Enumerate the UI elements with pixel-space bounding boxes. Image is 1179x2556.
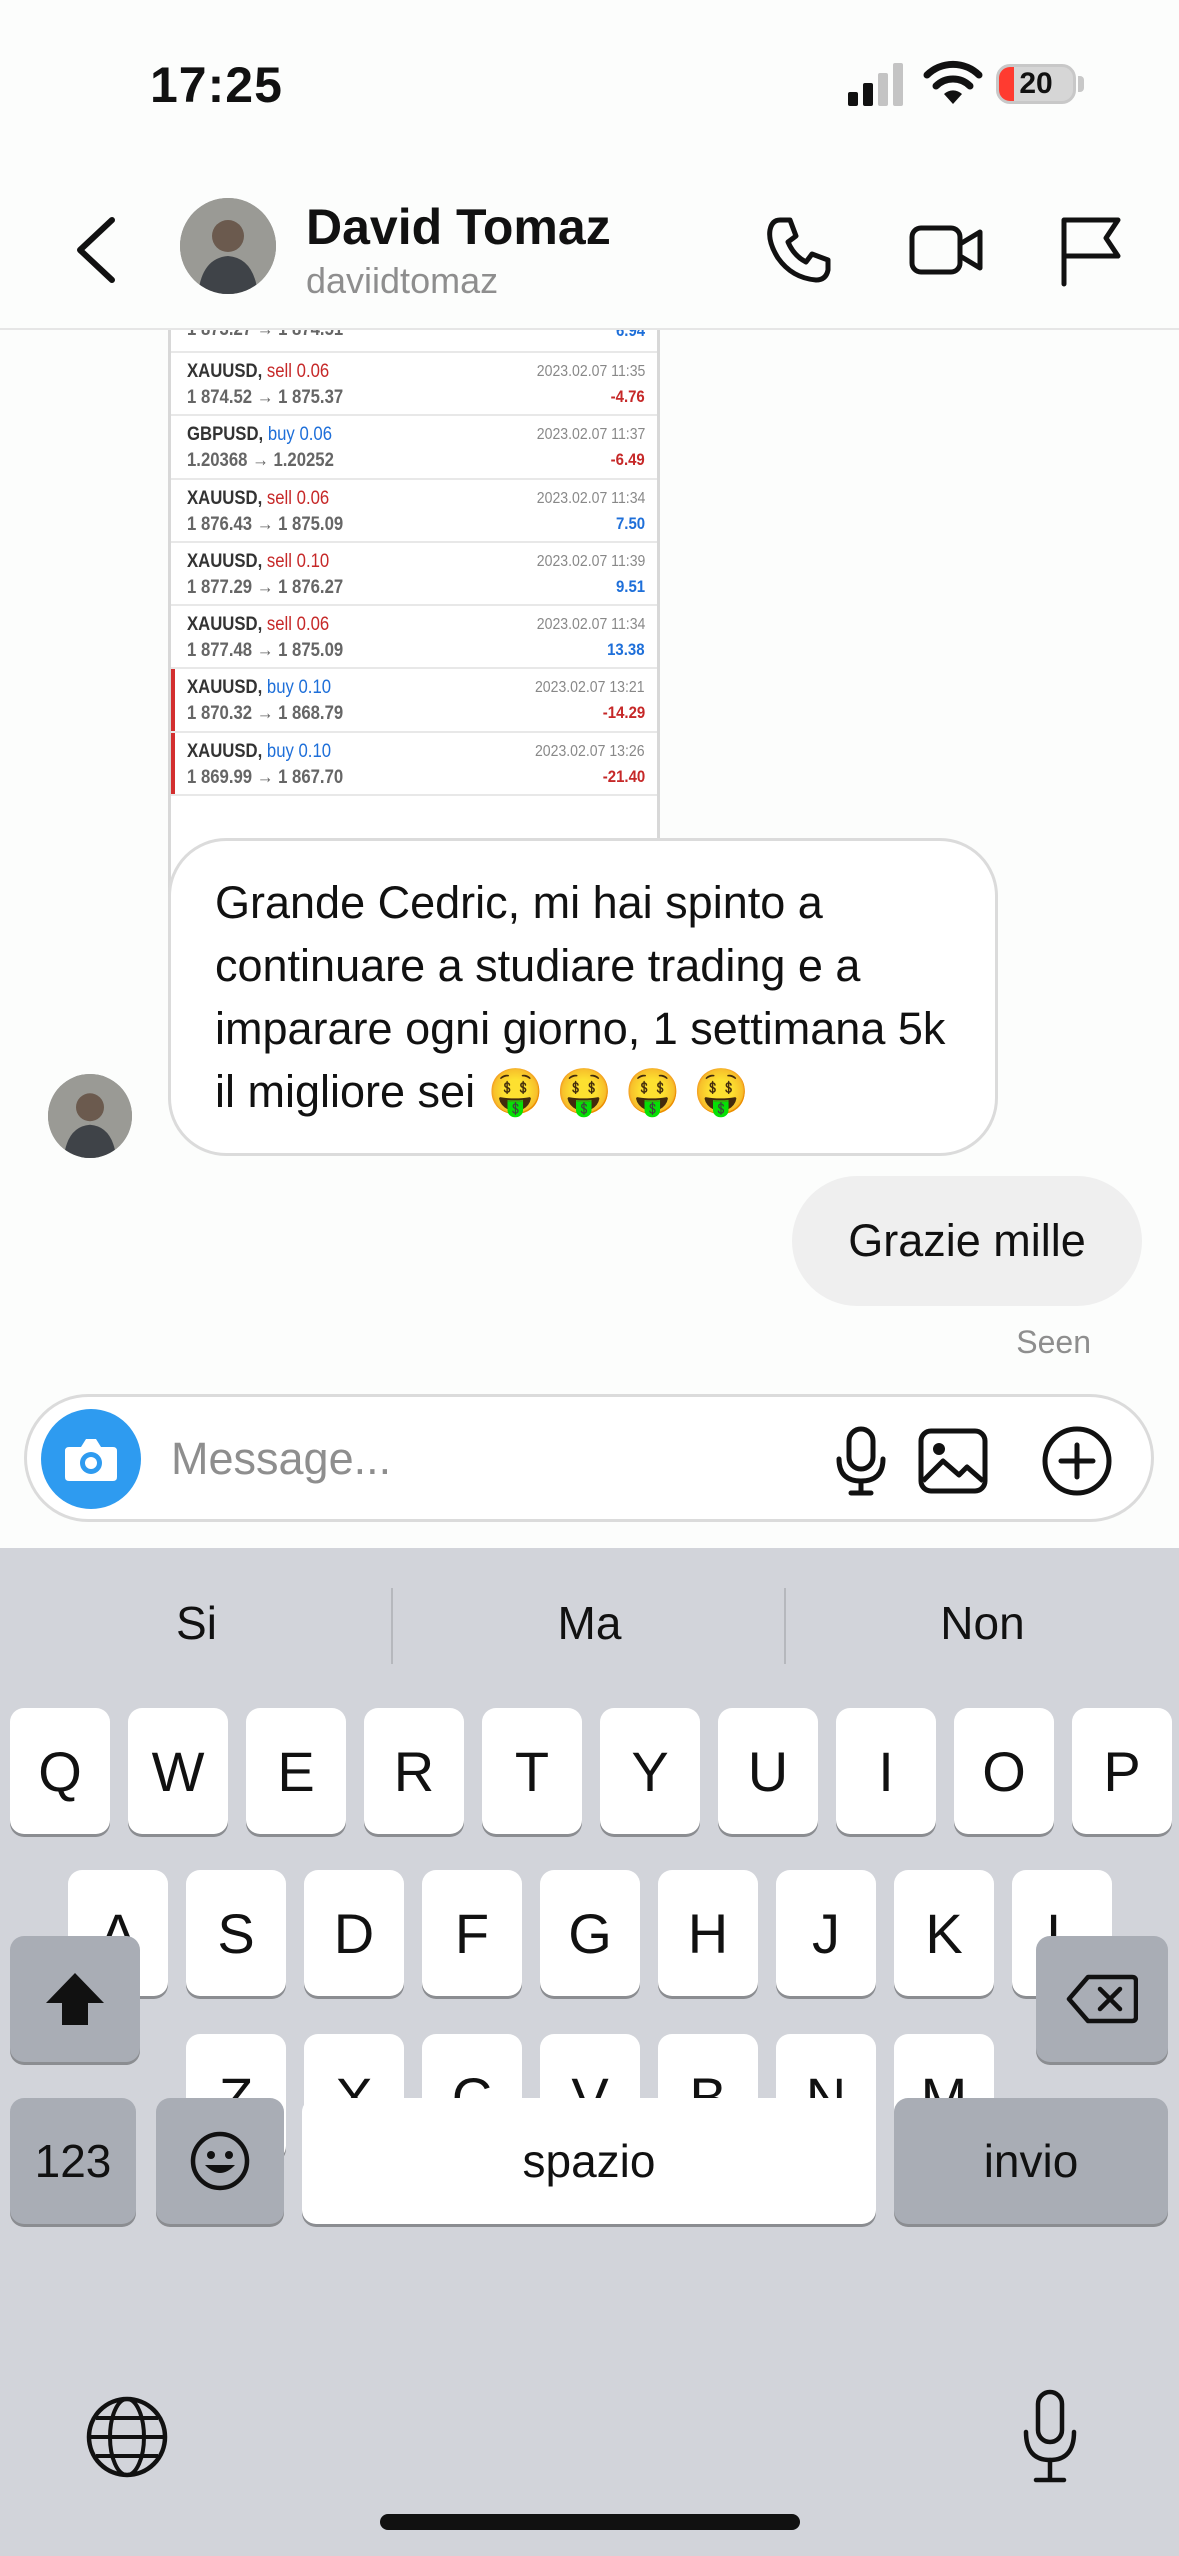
trade-symbol: GBPUSD, buy 0.06 [187,424,332,446]
key-u[interactable]: U [718,1708,818,1834]
trade-row: XAUUSD, sell 0.06 1 874.52 → 1 875.37 2023… [171,353,657,417]
microphone-icon[interactable] [823,1423,899,1499]
emoji-key[interactable] [156,2098,284,2224]
suggestion-1[interactable]: Si [0,1548,393,1698]
trade-date: 2023.02.07 13:26 [535,742,645,760]
trade-date: 2023.02.07 13:21 [535,679,645,697]
trade-profit: -14.29 [602,703,645,723]
camera-icon [65,1439,117,1481]
key-r[interactable]: R [364,1708,464,1834]
chat-messages[interactable]: 1 873.27 → 1 874.51 6.94 XAUUSD, sell 0.… [0,330,1179,1390]
trade-row: 1 873.27 → 1 874.51 6.94 [171,330,657,353]
trade-prices: 1 877.29 → 1 876.27 [187,576,344,598]
key-f[interactable]: F [422,1870,522,1996]
key-h[interactable]: H [658,1870,758,1996]
key-e[interactable]: E [246,1708,346,1834]
numbers-key[interactable]: 123 [10,2098,136,2224]
trade-prices: 1.20368 → 1.20252 [187,450,334,472]
trade-profit: -4.76 [610,387,645,406]
keyboard: Si Ma Non QWERTYUIOPASDFGHJKLZXCVBNM 123… [0,1548,1179,2556]
trade-date: 2023.02.07 11:34 [536,616,645,634]
flag-icon[interactable] [1050,210,1130,290]
return-key[interactable]: invio [894,2098,1168,2224]
message-input[interactable] [171,1417,791,1501]
sent-message[interactable]: Grazie mille [792,1176,1142,1306]
suggestion-2[interactable]: Ma [393,1548,786,1698]
trade-symbol: XAUUSD, sell 0.10 [187,550,330,572]
backspace-key[interactable] [1036,1936,1168,2062]
trade-prices: 1 876.43 → 1 875.09 [187,513,344,535]
trade-symbol: XAUUSD, sell 0.06 [187,487,330,509]
trade-symbol: XAUUSD, sell 0.06 [187,614,330,636]
battery-indicator: 20 [996,64,1076,104]
key-q[interactable]: Q [10,1708,110,1834]
key-y[interactable]: Y [600,1708,700,1834]
trade-profit: -6.49 [610,450,645,470]
trade-row: XAUUSD, buy 0.10 1 870.32 → 1 868.79 2023.… [171,669,657,733]
key-g[interactable]: G [540,1870,640,1996]
video-camera-icon[interactable] [906,210,986,290]
trade-profit: 13.38 [607,640,645,660]
key-k[interactable]: K [894,1870,994,1996]
trade-row: XAUUSD, sell 0.10 1 877.29 → 1 876.27 2023… [171,543,657,607]
plus-circle-icon[interactable] [1039,1423,1115,1499]
phone-icon[interactable] [758,210,838,290]
key-i[interactable]: I [836,1708,936,1834]
gallery-icon[interactable] [915,1423,991,1499]
message-composer [24,1394,1154,1522]
key-p[interactable]: P [1072,1708,1172,1834]
trade-symbol: XAUUSD, sell 0.06 [187,361,330,382]
dictation-icon[interactable] [1014,2388,1086,2488]
status-time: 17:25 [150,57,283,113]
trade-prices: 1 870.32 → 1 868.79 [187,703,344,725]
key-j[interactable]: J [776,1870,876,1996]
battery-level: 20 [1019,67,1053,100]
home-indicator[interactable] [380,2514,800,2530]
key-w[interactable]: W [128,1708,228,1834]
backspace-icon [1066,1974,1138,2024]
predictive-suggestions: Si Ma Non [0,1548,1179,1698]
trade-prices: 1 874.52 → 1 875.37 [187,387,344,408]
sender-avatar[interactable] [48,1074,132,1158]
key-d[interactable]: D [304,1870,404,1996]
shift-icon [46,1973,104,2025]
key-o[interactable]: O [954,1708,1054,1834]
trade-profit: 7.50 [615,513,645,533]
space-key[interactable]: spazio [302,2098,876,2224]
trade-symbol: XAUUSD, buy 0.10 [187,740,332,762]
trade-profit: -21.40 [602,766,645,786]
cellular-signal-icon [848,63,903,106]
suggestion-3[interactable]: Non [786,1548,1179,1698]
trade-row: GBPUSD, buy 0.06 1.20368 → 1.20252 2023.02… [171,416,657,480]
shift-key[interactable] [10,1936,140,2062]
status-bar: 17:25 20 [0,0,1179,170]
key-s[interactable]: S [186,1870,286,1996]
trade-profit: 9.51 [615,576,645,596]
contact-avatar[interactable] [180,198,276,294]
seen-status: Seen [1016,1324,1091,1360]
received-message[interactable]: Grande Cedric, mi hai spinto a continuar… [168,838,998,1156]
trade-date: 2023.02.07 11:39 [536,552,645,570]
trade-symbol: XAUUSD, buy 0.10 [187,677,332,699]
trade-prices: 1 877.48 → 1 875.09 [187,640,344,662]
chat-header: David Tomaz daviidtomaz [0,170,1179,330]
trade-date: 2023.02.07 11:37 [536,426,645,444]
trade-row: XAUUSD, buy 0.10 1 869.99 → 1 867.70 2023.… [171,732,657,797]
trade-row: XAUUSD, sell 0.06 1 876.43 → 1 875.09 2023… [171,480,657,543]
trade-date: 2023.02.07 11:35 [536,363,645,380]
camera-button[interactable] [41,1409,141,1509]
globe-icon[interactable] [84,2394,170,2480]
contact-handle: daviidtomaz [306,260,499,301]
back-icon[interactable] [66,212,126,288]
trade-row: XAUUSD, sell 0.06 1 877.48 → 1 875.09 2023… [171,606,657,670]
key-t[interactable]: T [482,1708,582,1834]
wifi-icon [923,60,983,104]
contact-name[interactable]: David Tomaz [306,198,611,256]
emoji-icon [190,2131,250,2191]
trade-date: 2023.02.07 11:34 [536,489,645,507]
trade-prices: 1 869.99 → 1 867.70 [187,766,344,788]
